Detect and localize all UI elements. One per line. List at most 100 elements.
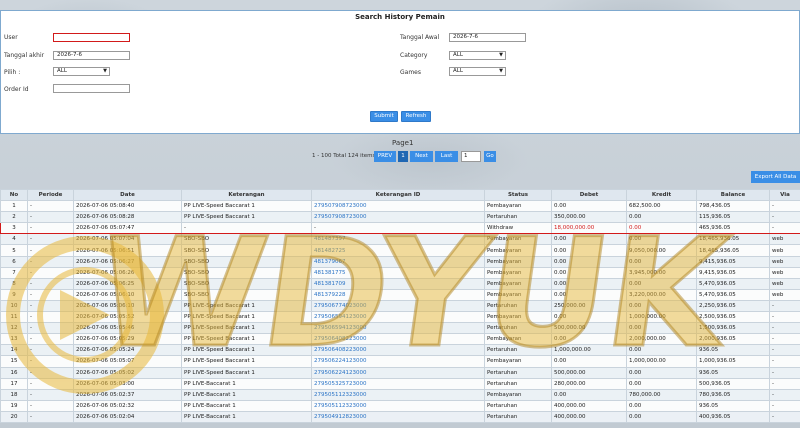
user-input[interactable] [53, 33, 130, 42]
cell-debet: 0.00 [551, 244, 627, 257]
cell-periode: - [27, 222, 74, 235]
cell-date: 2026-07-06 05:08:40 [73, 200, 182, 213]
cell-debet: 0.00 [551, 288, 627, 301]
cell-kredit: 0.00 [626, 211, 697, 224]
games-select-value: ALL [453, 68, 463, 74]
cell-ket: PP LIVE-Baccarat 1 [181, 377, 312, 390]
cell-status: Pembayaran [484, 355, 552, 368]
cell-status: Pertaruhan [484, 410, 552, 423]
cell-kredit: 0.00 [626, 344, 697, 357]
cell-status: Pembayaran [484, 277, 552, 290]
cell-ket-id[interactable]: 279507908723000 [311, 211, 485, 224]
cell-status: Pembayaran [484, 266, 552, 279]
cell-debet: 400,000.00 [551, 399, 627, 412]
cell-status: Pertaruhan [484, 344, 552, 357]
cell-ket-id[interactable]: 481379067 [311, 255, 485, 268]
cell-balance: 2,000,936.05 [696, 333, 770, 346]
pilih-select[interactable]: ALL ▼ [53, 67, 110, 76]
cell-debet: 0.00 [551, 277, 627, 290]
cell-debet: 0.00 [551, 233, 627, 246]
cell-date: 2026-07-06 05:05:07 [73, 355, 182, 368]
cell-debet: 400,000.00 [551, 410, 627, 423]
chevron-down-icon: ▼ [103, 68, 107, 74]
cell-ket-id[interactable]: 279505112323000 [311, 388, 485, 401]
pilih-label: Pilih : [4, 69, 21, 76]
cell-date: 2026-07-06 05:08:28 [73, 211, 182, 224]
cell-via: web [769, 266, 800, 279]
cell-debet: 0.00 [551, 255, 627, 268]
export-all-data-button[interactable]: Export All Data [751, 171, 800, 183]
cell-no: 20 [0, 410, 28, 423]
last-page-button[interactable]: Last [435, 151, 458, 162]
cell-ket: PP LIVE-Speed Baccarat 1 [181, 322, 312, 335]
cell-ket-id[interactable]: 279505325723000 [311, 377, 485, 390]
cell-no: 18 [0, 388, 28, 401]
cell-periode: - [27, 399, 74, 412]
cell-ket-id[interactable]: 481487397 [311, 233, 485, 246]
cell-ket: - [181, 222, 312, 235]
table-row: 19-2026-07-06 05:02:32 PP LIVE-Baccarat 1… [0, 399, 800, 412]
cell-ket-id[interactable]: 481381775 [311, 266, 485, 279]
cell-date: 2026-07-06 05:05:46 [73, 322, 182, 335]
cell-debet: 350,000.00 [551, 211, 627, 224]
cell-ket-id[interactable]: 279506408223000 [311, 333, 485, 346]
current-page-button[interactable]: 1 [398, 151, 408, 162]
cell-ket-id[interactable]: 279506224123000 [311, 366, 485, 379]
goto-page-input[interactable]: 1 [461, 151, 481, 162]
cell-kredit: 682,500.00 [626, 200, 697, 213]
cell-no: 14 [0, 344, 28, 357]
cell-ket-id[interactable]: 279507908723000 [311, 200, 485, 213]
submit-button[interactable]: Submit [370, 111, 398, 122]
cell-ket-id[interactable]: 279506408223000 [311, 344, 485, 357]
cell-balance: 5,470,936.05 [696, 277, 770, 290]
cell-status: Pembayaran [484, 333, 552, 346]
cell-via: web [769, 288, 800, 301]
cell-ket: PP LIVE-Speed Baccarat 1 [181, 211, 312, 224]
cell-no: 15 [0, 355, 28, 368]
cell-ket-id[interactable]: 279505112323000 [311, 399, 485, 412]
cell-periode: - [27, 266, 74, 279]
tanggal-awal-input[interactable]: 2026-7-6 [449, 33, 526, 42]
cell-date: 2026-07-06 05:05:02 [73, 366, 182, 379]
order-id-input[interactable] [53, 84, 130, 93]
cell-ket-id[interactable]: 279506594123000 [311, 322, 485, 335]
cell-date: 2026-07-06 05:06:27 [73, 255, 182, 268]
cell-date: 2026-07-06 05:02:37 [73, 388, 182, 401]
cell-debet: 18,000,000.00 [551, 222, 627, 235]
refresh-button[interactable]: Refresh [401, 111, 431, 122]
cell-ket-id[interactable]: 279506594123000 [311, 311, 485, 324]
games-select[interactable]: ALL ▼ [449, 67, 506, 76]
cell-ket-id[interactable]: 279506224123000 [311, 355, 485, 368]
cell-no: 16 [0, 366, 28, 379]
cell-kredit: 9,050,000.00 [626, 244, 697, 257]
cell-periode: - [27, 299, 74, 313]
table-row: 13-2026-07-06 05:05:29 PP LIVE-Speed Bacc… [0, 333, 800, 346]
cell-periode: - [27, 410, 74, 423]
cell-ket-id[interactable]: 481379228 [311, 288, 485, 301]
cell-ket-id[interactable]: 279506774023000 [311, 299, 485, 313]
tanggal-akhir-input[interactable]: 2026-7-6 [53, 51, 130, 60]
column-header: Keterangan ID [311, 188, 485, 202]
go-button[interactable]: Go [484, 151, 496, 162]
cell-date: 2026-07-06 05:03:00 [73, 377, 182, 390]
cell-ket-id[interactable]: 279504912823000 [311, 410, 485, 423]
cell-no: 19 [0, 399, 28, 412]
cell-periode: - [27, 200, 74, 213]
next-page-button[interactable]: Next [410, 151, 433, 162]
prev-page-button[interactable]: PREV [374, 151, 396, 162]
category-select-value: ALL [453, 52, 463, 58]
table-row: 12-2026-07-06 05:05:46 PP LIVE-Speed Bacc… [0, 322, 800, 335]
page-indicator: Page1 [392, 139, 414, 147]
cell-no: 9 [0, 288, 28, 301]
table-header-row: No Periode Date Keterangan Keterangan ID Stat… [0, 188, 800, 202]
cell-ket: SBO-SBO [181, 266, 312, 279]
category-label: Category [400, 52, 428, 59]
table-row: 8-2026-07-06 05:06:25 SBO-SBO 481381709 Pem… [0, 277, 800, 290]
cell-ket-id[interactable]: 481482725 [311, 244, 485, 257]
cell-via: - [769, 311, 800, 324]
cell-ket-id[interactable]: 481381709 [311, 277, 485, 290]
category-select[interactable]: ALL ▼ [449, 51, 506, 60]
chevron-down-icon: ▼ [499, 68, 503, 74]
cell-via: - [769, 211, 800, 224]
cell-no: 2 [0, 211, 28, 224]
